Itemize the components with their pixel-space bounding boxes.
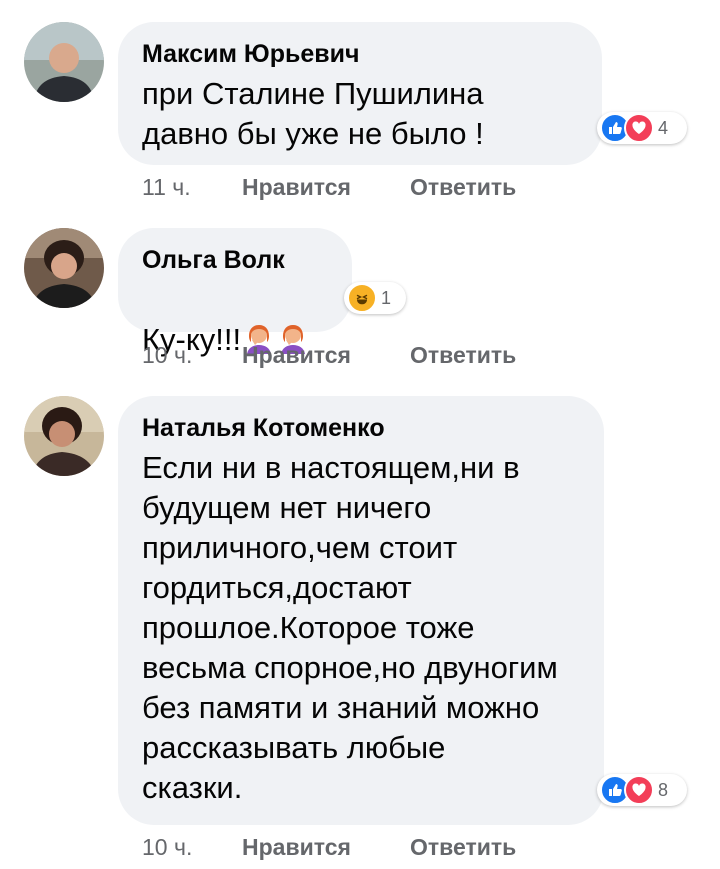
- comment-author[interactable]: Наталья Котоменко: [142, 414, 385, 443]
- timestamp[interactable]: 11 ч.: [142, 174, 191, 201]
- reaction-count: 4: [658, 117, 669, 138]
- comment-bubble: Максим Юрьевич при Сталине Пушилина давн…: [118, 22, 602, 165]
- reply-button[interactable]: Ответить: [410, 174, 516, 201]
- reactions-summary[interactable]: 1: [344, 282, 406, 314]
- reactions-summary[interactable]: 8: [597, 774, 687, 806]
- reply-button[interactable]: Ответить: [410, 342, 516, 369]
- love-icon: [624, 775, 654, 805]
- comment-text: при Сталине Пушилина давно бы уже не был…: [142, 76, 484, 151]
- like-button[interactable]: Нравится: [242, 342, 351, 369]
- like-button[interactable]: Нравится: [242, 174, 351, 201]
- avatar[interactable]: [24, 22, 104, 102]
- reactions-summary[interactable]: 4: [597, 112, 687, 144]
- comment-text: Если ни в настоящем,ни в будущем нет нич…: [142, 450, 558, 805]
- like-button[interactable]: Нравится: [242, 834, 351, 861]
- reply-button[interactable]: Ответить: [410, 834, 516, 861]
- reaction-count: 1: [381, 287, 392, 308]
- reaction-count: 8: [658, 779, 669, 800]
- timestamp[interactable]: 10 ч.: [142, 834, 192, 861]
- haha-icon: [347, 283, 377, 313]
- comment-author[interactable]: Ольга Волк: [142, 246, 285, 275]
- love-icon: [624, 113, 654, 143]
- comment-bubble: Наталья Котоменко Если ни в настоящем,ни…: [118, 396, 604, 825]
- timestamp[interactable]: 10 ч.: [142, 342, 192, 369]
- avatar[interactable]: [24, 396, 104, 476]
- comment-bubble: Ольга Волк Ку-ку!!!: [118, 228, 352, 357]
- avatar[interactable]: [24, 228, 104, 308]
- comment-author[interactable]: Максим Юрьевич: [142, 40, 360, 69]
